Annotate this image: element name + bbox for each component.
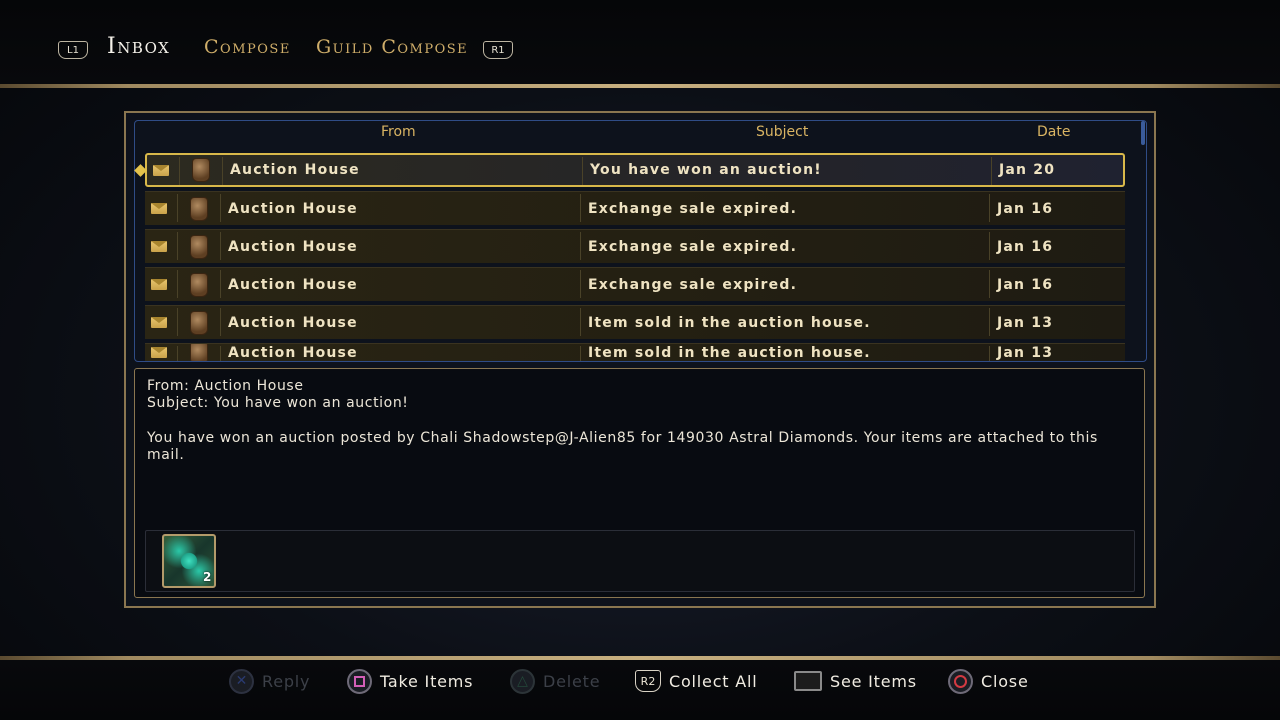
mail-row[interactable]: Auction House Item sold in the auction ho… (145, 343, 1125, 361)
column-divider (580, 346, 581, 361)
mail-subject: Item sold in the auction house. (588, 344, 871, 361)
mail-from: Auction House (228, 200, 358, 217)
loot-bag-icon (190, 196, 208, 221)
envelope-icon (151, 317, 167, 328)
top-divider (0, 84, 1280, 88)
cross-button-icon: ✕ (229, 668, 254, 694)
column-divider (580, 232, 581, 260)
close-label: Close (981, 671, 1029, 691)
loot-bag-icon (190, 344, 208, 361)
column-divider (989, 194, 990, 222)
mail-date: Jan 13 (997, 314, 1054, 331)
take-items-label: Take Items (380, 671, 474, 691)
reply-label: Reply (262, 671, 311, 691)
mail-from: Auction House (230, 162, 360, 178)
r2-button-icon: R2 (635, 670, 661, 692)
column-divider (582, 157, 583, 185)
column-divider (220, 270, 221, 298)
mail-row[interactable]: Auction House Exchange sale expired. Jan 1… (145, 267, 1125, 301)
envelope-icon (153, 164, 169, 176)
mail-subject: Exchange sale expired. (588, 200, 798, 217)
message-from: From: Auction House (147, 378, 304, 394)
tab-guild-compose[interactable]: Guild Compose (316, 36, 468, 64)
mail-date: Jan 16 (997, 200, 1054, 217)
reply-action[interactable]: ✕ Reply (229, 668, 310, 694)
envelope-icon (151, 347, 167, 358)
top-bar (0, 0, 1280, 86)
column-divider (177, 308, 178, 336)
mail-date: Jan 13 (997, 344, 1054, 361)
mail-subject: Exchange sale expired. (588, 238, 798, 255)
column-divider (220, 232, 221, 260)
loot-bag-icon (190, 310, 208, 335)
column-divider (989, 232, 990, 260)
mail-from: Auction House (228, 238, 358, 255)
column-divider (220, 194, 221, 222)
delete-action[interactable]: △ Delete (510, 668, 600, 694)
column-divider (222, 157, 223, 185)
loot-bag-icon (192, 158, 210, 182)
mail-from: Auction House (228, 314, 358, 331)
column-divider (989, 308, 990, 336)
column-header-subject[interactable]: Subject (756, 124, 808, 140)
envelope-icon (151, 279, 167, 290)
mail-date: Jan 16 (997, 238, 1054, 255)
mail-row[interactable]: Auction House You have won an auction! Jan… (145, 153, 1125, 187)
column-header-from[interactable]: From (381, 124, 416, 140)
mail-subject: You have won an auction! (590, 162, 822, 178)
column-divider (177, 232, 178, 260)
column-divider (991, 157, 992, 185)
column-divider (580, 308, 581, 336)
mail-from: Auction House (228, 344, 358, 361)
mail-from: Auction House (228, 276, 358, 293)
loot-bag-icon (190, 272, 208, 297)
attachment-area (145, 530, 1135, 592)
message-subject: Subject: You have won an auction! (147, 395, 409, 411)
r1-button-icon[interactable]: R1 (483, 41, 513, 59)
attachment-count: 2 (203, 570, 212, 584)
tab-compose[interactable]: Compose (204, 36, 291, 64)
mail-subject: Item sold in the auction house. (588, 314, 871, 331)
square-button-icon (347, 668, 372, 694)
column-divider (177, 346, 178, 361)
tab-inbox[interactable]: Inbox (107, 34, 170, 62)
touchpad-button-icon (794, 671, 822, 691)
column-divider (177, 194, 178, 222)
circle-button-icon (948, 668, 973, 694)
mail-row[interactable]: Auction House Exchange sale expired. Jan 1… (145, 229, 1125, 263)
envelope-icon (151, 241, 167, 252)
column-header-date[interactable]: Date (1037, 124, 1070, 140)
column-divider (580, 194, 581, 222)
column-divider (989, 346, 990, 361)
column-divider (177, 270, 178, 298)
column-divider (220, 308, 221, 336)
mail-list-scrollbar[interactable] (1141, 121, 1145, 145)
see-items-action[interactable]: See Items (794, 668, 917, 694)
triangle-button-icon: △ (510, 668, 535, 694)
close-action[interactable]: Close (948, 668, 1029, 694)
see-items-label: See Items (830, 671, 917, 691)
message-body: You have won an auction posted by Chali … (147, 430, 1098, 463)
column-divider (220, 346, 221, 361)
mail-subject: Exchange sale expired. (588, 276, 798, 293)
take-items-action[interactable]: Take Items (347, 668, 473, 694)
l1-button-icon[interactable]: L1 (58, 41, 88, 59)
collect-all-action[interactable]: R2 Collect All (635, 668, 758, 694)
mail-date: Jan 20 (999, 162, 1056, 178)
delete-label: Delete (543, 671, 601, 691)
mail-date: Jan 16 (997, 276, 1054, 293)
mail-row[interactable]: Auction House Item sold in the auction ho… (145, 305, 1125, 339)
collect-all-label: Collect All (669, 671, 758, 691)
envelope-icon (151, 203, 167, 214)
mail-row[interactable]: Auction House Exchange sale expired. Jan 1… (145, 191, 1125, 225)
column-divider (989, 270, 990, 298)
column-divider (580, 270, 581, 298)
column-divider (179, 157, 180, 185)
loot-bag-icon (190, 234, 208, 259)
